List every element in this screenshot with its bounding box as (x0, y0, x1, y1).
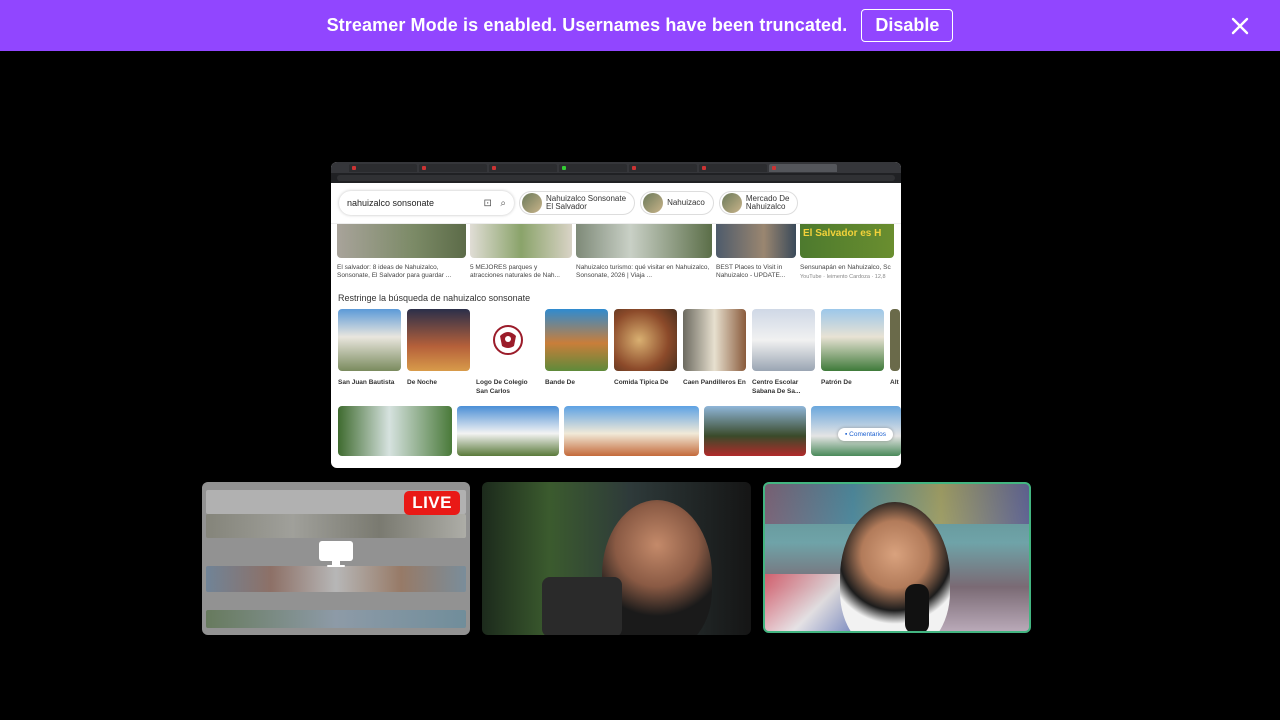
related-chip: Mercado De Nahuizalco (718, 191, 799, 215)
browser-tab (699, 163, 767, 172)
restrict-search-heading: Restringe la búsqueda de nahuizalco sons… (338, 293, 531, 303)
related-search-item: Centro Escolar Sabana De Sa... (752, 309, 815, 396)
feedback-button: ▪ Comentarios (838, 428, 893, 441)
related-search-label: Caen Pandilleros En (683, 379, 746, 386)
browser-tab-active (769, 163, 837, 172)
related-searches-row: San Juan Bautista De Noche Logo De Coleg… (331, 309, 901, 396)
related-search-label: Centro Escolar Sabana De Sa... (752, 379, 801, 395)
microphone (542, 577, 622, 635)
search-input: nahuizalco sonsonate ⊡ ⌕ (339, 191, 514, 215)
screen-share-stream[interactable]: nahuizalco sonsonate ⊡ ⌕ Nahuizalco Sons… (331, 162, 901, 468)
streamer-mode-banner: Streamer Mode is enabled. Usernames have… (0, 0, 1280, 51)
browser-tab-bar (331, 162, 901, 173)
related-search-item: Comida Tipica De (614, 309, 677, 396)
bing-search-header: nahuizalco sonsonate ⊡ ⌕ Nahuizalco Sons… (331, 183, 901, 224)
related-search-item: Bande De (545, 309, 608, 396)
screen-share-icon (319, 541, 353, 567)
result-caption: El salvador: 8 ideas de Nahuizalco, Sons… (337, 264, 452, 279)
streamer-mode-message: Streamer Mode is enabled. Usernames have… (326, 15, 848, 35)
chip-label: El Salvador (546, 202, 587, 211)
related-search-label: De Noche (407, 379, 437, 386)
browser-tab (349, 163, 417, 172)
image-result-card: Nahuizalco turismo: qué visitar en Nahui… (576, 224, 712, 281)
chip-label: Nahuizalco (745, 202, 786, 211)
chip-label: Nahuizaco (667, 197, 705, 207)
thumbnail-overlay-text: El Salvador es H (800, 224, 894, 258)
related-search-label: San Juan Bautista (338, 379, 395, 386)
related-search-label: Patrón De (821, 379, 852, 386)
related-search-item: De Noche (407, 309, 470, 396)
image-results-row: El salvador: 8 ideas de Nahuizalco, Sons… (331, 224, 901, 281)
related-search-item: Patrón De (821, 309, 884, 396)
related-chip: Nahuizaco (640, 191, 714, 215)
related-search-label: Comida Tipica De (614, 379, 669, 386)
related-search-item: Alt (890, 309, 900, 396)
related-search-label: Alt (890, 379, 899, 386)
result-source: YouTube · Ieimento Cardoza · 12,8 (800, 274, 886, 280)
disable-streamer-mode-button[interactable]: Disable (861, 9, 954, 42)
search-query: nahuizalco sonsonate (347, 198, 435, 208)
live-badge: LIVE (404, 491, 460, 515)
browser-tab (419, 163, 487, 172)
related-search-item: San Juan Bautista (338, 309, 401, 396)
visual-search-icon: ⊡ (483, 197, 492, 209)
related-search-label: Logo De Colegio San Carlos (476, 379, 528, 395)
image-result-card: El salvador: 8 ideas de Nahuizalco, Sons… (337, 224, 466, 281)
result-caption: BEST Places to Visit in Nahuizalco - UPD… (716, 264, 786, 279)
related-chip: Nahuizalco Sonsonate El Salvador (519, 191, 636, 215)
feedback-label: Comentarios (849, 431, 886, 438)
image-result-card: El Salvador es H Sensunapán en Nahuizalc… (800, 224, 894, 281)
image-result-card: BEST Places to Visit in Nahuizalco - UPD… (716, 224, 796, 281)
result-caption: 5 MEJORES parques y atracciones naturale… (470, 264, 560, 279)
chip-thumbnail (643, 193, 664, 213)
browser-tab (629, 163, 697, 172)
result-caption: Nahuizalco turismo: qué visitar en Nahui… (576, 264, 710, 279)
school-logo-icon (492, 325, 523, 355)
browser-tab (489, 163, 557, 172)
webcam-tile-speaking[interactable] (763, 482, 1031, 633)
related-search-item: Logo De Colegio San Carlos (476, 309, 539, 396)
chip-thumbnail (522, 193, 542, 213)
browser-tab (559, 163, 627, 172)
browser-url-bar (331, 173, 901, 183)
stream-preview-tile[interactable]: LIVE (202, 482, 470, 635)
result-caption: Sensunapán en Nahuizalco, Sc (800, 264, 891, 271)
image-result-card: 5 MEJORES parques y atracciones naturale… (470, 224, 572, 281)
close-icon[interactable] (1228, 14, 1252, 38)
microphone (905, 584, 929, 631)
related-search-label: Bande De (545, 379, 575, 386)
search-icon: ⌕ (500, 197, 506, 209)
chip-thumbnail (721, 193, 742, 213)
related-search-item: Caen Pandilleros En (683, 309, 746, 396)
image-results-row-bottom: ▪ Comentarios (331, 406, 901, 456)
webcam-tile[interactable] (482, 482, 751, 635)
